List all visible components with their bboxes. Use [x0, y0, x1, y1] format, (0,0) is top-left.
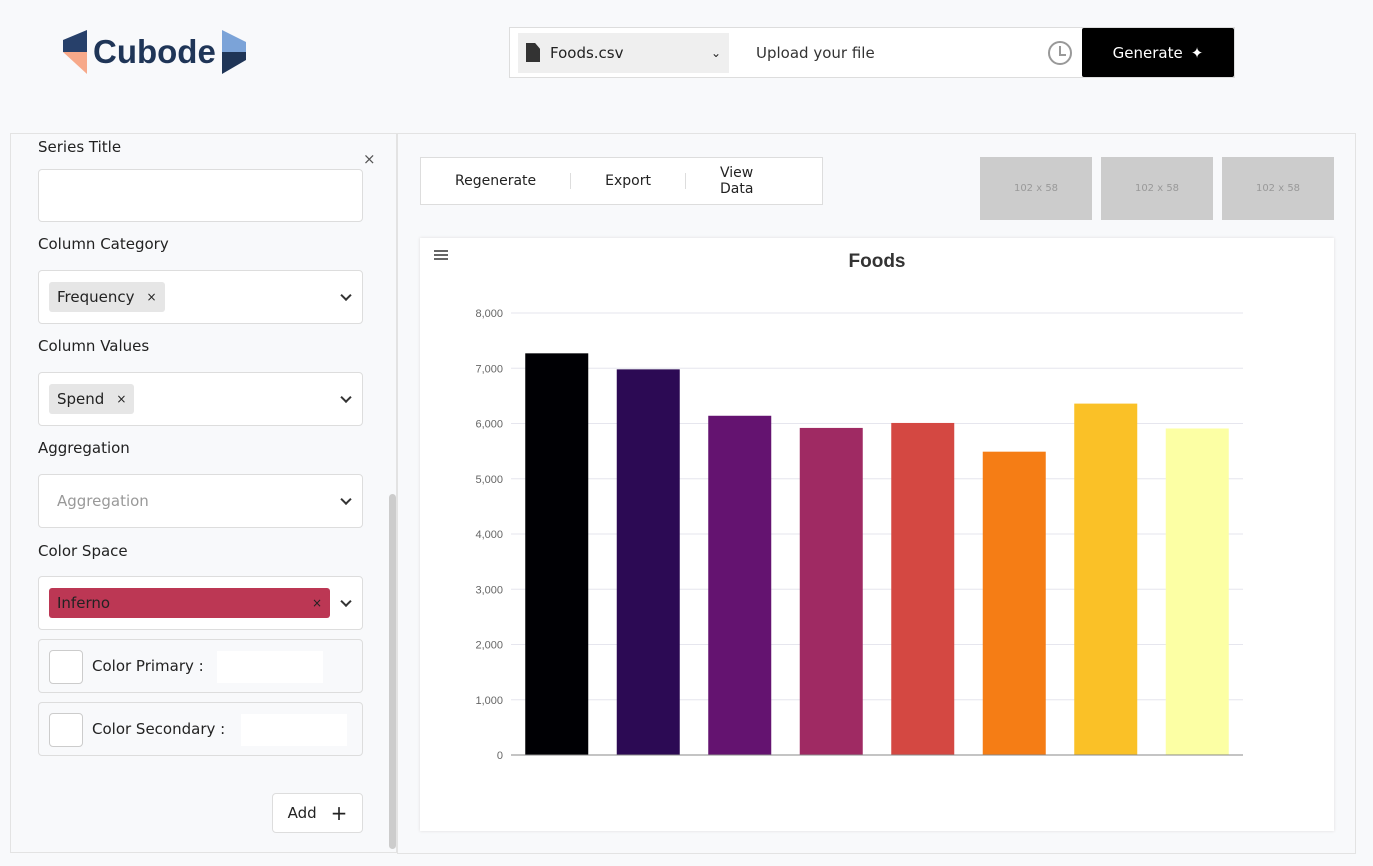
logo: Cubode: [63, 30, 246, 74]
y-tick-label: 3,000: [475, 584, 503, 596]
remove-chip-icon[interactable]: ×: [312, 596, 322, 610]
aggregation-label: Aggregation: [38, 439, 130, 457]
y-tick-label: 8,000: [475, 308, 503, 320]
bar[interactable]: [982, 451, 1046, 755]
series-title-input[interactable]: [38, 169, 363, 222]
bar[interactable]: [525, 353, 589, 755]
thumbnail[interactable]: 102 x 58: [1222, 157, 1334, 220]
chevron-down-icon: [340, 595, 352, 608]
column-category-select[interactable]: Frequency ×: [38, 270, 363, 324]
color-primary-swatch[interactable]: [49, 650, 83, 684]
y-tick-label: 2,000: [475, 640, 503, 652]
bar[interactable]: [708, 415, 772, 755]
thumbnail[interactable]: 102 x 58: [1101, 157, 1213, 220]
remove-chip-icon[interactable]: ×: [147, 290, 157, 304]
close-icon[interactable]: ×: [363, 150, 376, 168]
menu-icon[interactable]: [434, 250, 448, 260]
y-tick-label: 0: [497, 750, 503, 762]
color-primary-row: Color Primary :: [38, 639, 363, 693]
chip-frequency: Frequency ×: [49, 282, 165, 312]
view-data-button[interactable]: View Data: [686, 165, 822, 197]
file-select[interactable]: Foods.csv ⌄: [518, 32, 729, 73]
add-button[interactable]: Add +: [272, 793, 363, 833]
thumbnail[interactable]: 102 x 58: [980, 157, 1092, 220]
bar[interactable]: [1074, 403, 1138, 755]
y-tick-label: 1,000: [475, 695, 503, 707]
y-tick-label: 5,000: [475, 474, 503, 486]
column-values-label: Column Values: [38, 337, 150, 355]
chart-container: Foods 0 1,000 2,000 3,000 4,000 5,000 6,000 7,0…: [420, 238, 1334, 831]
color-space-label: Color Space: [38, 542, 128, 560]
file-icon: [526, 43, 540, 62]
logo-right-icon: [221, 30, 246, 74]
logo-left-icon: [63, 30, 87, 74]
color-secondary-swatch[interactable]: [49, 713, 83, 747]
sparkle-icon: ✦: [1190, 43, 1204, 62]
chevron-down-icon: [340, 391, 352, 404]
bar[interactable]: [799, 427, 863, 755]
column-category-label: Column Category: [38, 235, 169, 253]
upload-input[interactable]: Upload your file: [756, 44, 1048, 62]
remove-chip-icon[interactable]: ×: [116, 392, 126, 406]
bar[interactable]: [616, 369, 680, 755]
upload-bar: Foods.csv ⌄ Upload your file Generate ✦: [509, 27, 1235, 78]
history-icon[interactable]: [1048, 40, 1072, 65]
color-primary-input[interactable]: [217, 651, 323, 683]
chip-spend: Spend ×: [49, 384, 135, 414]
generate-button[interactable]: Generate ✦: [1082, 28, 1234, 77]
bar-chart: Foods 0 1,000 2,000 3,000 4,000 5,000 6,000 7,0…: [434, 250, 1243, 762]
color-secondary-row: Color Secondary :: [38, 702, 363, 756]
plus-icon: +: [330, 801, 348, 825]
chart-title: Foods: [849, 251, 906, 272]
chevron-down-icon: [340, 493, 352, 506]
color-secondary-input[interactable]: [241, 714, 347, 746]
chevron-down-icon: [340, 289, 352, 302]
regenerate-button[interactable]: Regenerate: [421, 173, 572, 189]
bar[interactable]: [891, 422, 955, 755]
chart-area: Regenerate Export View Data 102 x 58 102…: [397, 133, 1356, 854]
scrollbar[interactable]: [389, 494, 396, 849]
y-tick-label: 7,000: [475, 363, 503, 375]
bar[interactable]: [1165, 428, 1229, 755]
chip-inferno: Inferno ×: [49, 588, 330, 618]
y-tick-label: 4,000: [475, 529, 503, 541]
color-space-select[interactable]: Inferno ×: [38, 576, 363, 630]
column-values-select[interactable]: Spend ×: [38, 372, 363, 426]
series-title-label: Series Title: [38, 138, 122, 156]
export-button[interactable]: Export: [571, 173, 686, 189]
chart-toolbar: Regenerate Export View Data: [420, 157, 823, 205]
chevron-down-icon: ⌄: [710, 45, 721, 60]
config-panel: Series Title × Column Category Frequency…: [10, 133, 397, 853]
y-tick-label: 6,000: [475, 419, 503, 431]
aggregation-select[interactable]: Aggregation: [38, 474, 363, 528]
